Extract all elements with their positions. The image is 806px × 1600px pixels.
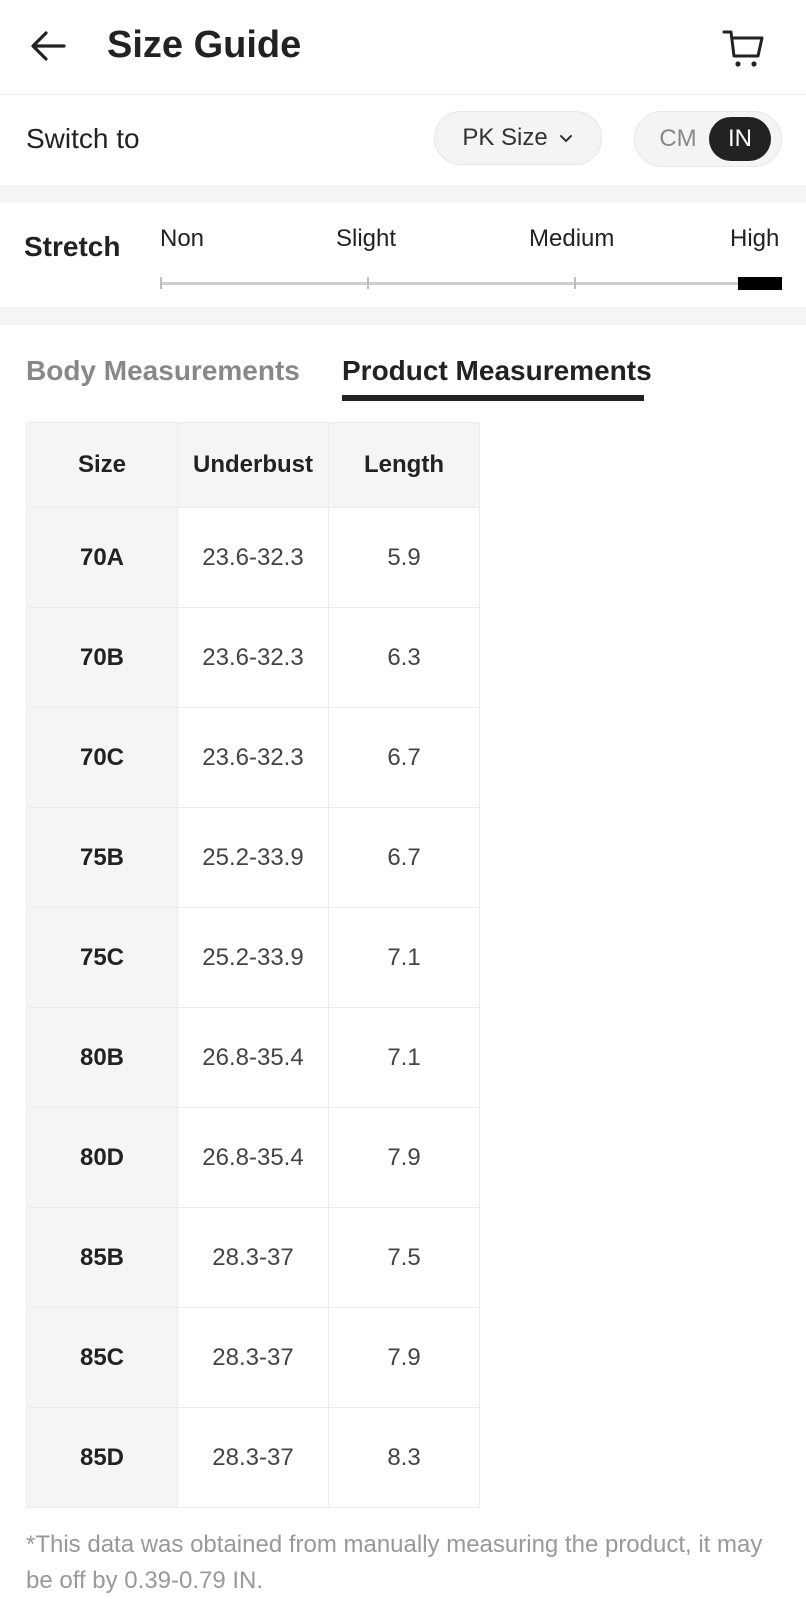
page-title: Size Guide [107, 24, 302, 66]
stretch-scale: Stretch Non Slight Medium High [0, 203, 806, 307]
length-cell: 5.9 [328, 507, 480, 608]
length-cell: 6.3 [328, 607, 480, 708]
stretch-tick [367, 277, 369, 289]
stretch-label: Stretch [24, 231, 121, 262]
size-cell: 80B [26, 1007, 178, 1108]
table-row: 70B 23.6-32.3 6.3 [26, 607, 480, 708]
size-cell: 70C [26, 707, 178, 808]
length-cell: 6.7 [328, 707, 480, 808]
length-cell: 6.7 [328, 807, 480, 908]
table-row: 75B 25.2-33.9 6.7 [26, 807, 480, 908]
underbust-cell: 26.8-35.4 [177, 1107, 329, 1208]
switch-row: Switch to PK Size CM IN [0, 95, 806, 185]
stretch-level-high: High [730, 225, 780, 252]
length-cell: 8.3 [328, 1407, 480, 1508]
stretch-level-non: Non [160, 225, 205, 252]
switch-to-label: Switch to [26, 123, 140, 154]
table-row: 85C 28.3-37 7.9 [26, 1307, 480, 1408]
stretch-tick [574, 277, 576, 289]
unit-option-in[interactable]: IN [709, 117, 771, 161]
length-cell: 7.9 [328, 1107, 480, 1208]
column-header-length: Length [328, 422, 480, 508]
cart-icon[interactable] [722, 26, 766, 70]
size-cell: 85D [26, 1407, 178, 1508]
table-row: 70C 23.6-32.3 6.7 [26, 707, 480, 808]
table-row: 75C 25.2-33.9 7.1 [26, 907, 480, 1008]
stretch-level-medium: Medium [529, 225, 615, 252]
tab-product-measurements[interactable]: Product Measurements [342, 355, 652, 387]
stretch-level-slight: Slight [336, 225, 397, 252]
underbust-cell: 25.2-33.9 [177, 807, 329, 908]
size-cell: 75C [26, 907, 178, 1008]
table-row: 85B 28.3-37 7.5 [26, 1207, 480, 1308]
section-divider [0, 307, 806, 325]
size-system-value: PK Size [462, 124, 548, 151]
size-table: Size Underbust Length 70A 23.6-32.3 5.9 … [26, 422, 480, 1508]
table-row: 70A 23.6-32.3 5.9 [26, 507, 480, 608]
unit-option-cm[interactable]: CM [647, 117, 709, 161]
table-row: 85D 28.3-37 8.3 [26, 1407, 480, 1508]
underbust-cell: 28.3-37 [177, 1307, 329, 1408]
unit-toggle[interactable]: CM IN [634, 111, 782, 167]
underbust-cell: 28.3-37 [177, 1407, 329, 1508]
size-cell: 85B [26, 1207, 178, 1308]
length-cell: 7.1 [328, 907, 480, 1008]
measurement-footnote: *This data was obtained from manually me… [26, 1531, 763, 1594]
underbust-cell: 28.3-37 [177, 1207, 329, 1308]
stretch-track [160, 282, 782, 285]
underbust-cell: 23.6-32.3 [177, 707, 329, 808]
table-row: 80B 26.8-35.4 7.1 [26, 1007, 480, 1108]
length-cell: 7.5 [328, 1207, 480, 1308]
active-tab-indicator [342, 395, 644, 401]
size-system-select[interactable]: PK Size [434, 111, 602, 165]
underbust-cell: 26.8-35.4 [177, 1007, 329, 1108]
measurement-tabs: Body Measurements Product Measurements [0, 325, 806, 419]
size-cell: 85C [26, 1307, 178, 1408]
table-row: 80D 26.8-35.4 7.9 [26, 1107, 480, 1208]
underbust-cell: 23.6-32.3 [177, 607, 329, 708]
table-header-row: Size Underbust Length [26, 422, 480, 508]
length-cell: 7.1 [328, 1007, 480, 1108]
size-cell: 70B [26, 607, 178, 708]
size-cell: 75B [26, 807, 178, 908]
column-header-size: Size [26, 422, 178, 508]
column-header-underbust: Underbust [177, 422, 329, 508]
back-arrow-icon[interactable] [28, 26, 68, 66]
length-cell: 7.9 [328, 1307, 480, 1408]
stretch-tick [160, 277, 162, 289]
section-divider [0, 185, 806, 203]
tab-body-measurements[interactable]: Body Measurements [26, 355, 300, 387]
size-cell: 80D [26, 1107, 178, 1208]
underbust-cell: 23.6-32.3 [177, 507, 329, 608]
size-cell: 70A [26, 507, 178, 608]
underbust-cell: 25.2-33.9 [177, 907, 329, 1008]
stretch-selected-marker [738, 277, 782, 290]
header-bar: Size Guide [0, 0, 806, 95]
chevron-down-icon [559, 135, 572, 142]
